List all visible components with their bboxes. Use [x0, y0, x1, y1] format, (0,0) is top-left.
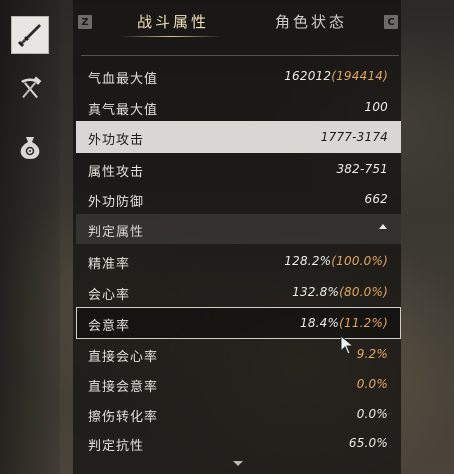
stat-row-graze-conversion[interactable]: 擦伤转化率 0.0% — [76, 399, 401, 429]
sidebar-item-bag[interactable] — [11, 128, 49, 166]
stat-value: 662 — [364, 192, 388, 206]
stat-label: 擦伤转化率 — [88, 410, 159, 425]
stat-value: 382-751 — [336, 162, 388, 176]
collapse-caret-icon[interactable] — [379, 224, 387, 229]
stat-label: 会意率 — [88, 319, 131, 334]
section-header-judgment[interactable]: 判定属性 — [76, 214, 401, 244]
stat-row-attribute-attack[interactable]: 属性攻击 382-751 — [76, 154, 401, 184]
stat-value: 1777-3174 — [320, 130, 388, 144]
stat-value: 9.2% — [356, 347, 388, 361]
stat-value: 132.8%(80.0%) — [292, 285, 388, 299]
stat-label: 属性攻击 — [88, 165, 145, 180]
scroll-down-arrow-icon[interactable] — [233, 461, 243, 466]
sidebar-item-craft[interactable] — [11, 70, 49, 108]
stat-row-max-hp[interactable]: 气血最大值 162012(194414) — [76, 61, 401, 91]
tab-character-status[interactable]: 角色状态 — [275, 11, 347, 32]
tab-combat-attributes[interactable]: 战斗属性 — [137, 11, 209, 32]
pickaxe-hammer-icon — [21, 76, 42, 99]
prev-tab-key-hint[interactable]: Z — [78, 15, 92, 29]
stat-label: 外功攻击 — [88, 133, 145, 148]
stat-value: 0.0% — [356, 377, 388, 391]
tab-bar: Z 战斗属性 角色状态 C — [73, 6, 401, 40]
mouse-cursor-icon — [340, 335, 355, 355]
stat-row-external-defense[interactable]: 外功防御 662 — [76, 184, 401, 214]
stat-row-judgment-resistance[interactable]: 判定抗性 65.0% — [76, 428, 401, 458]
stat-label: 直接会心率 — [88, 350, 159, 365]
blade-weapon-icon — [18, 24, 41, 47]
stat-label: 外功防御 — [88, 195, 145, 210]
stat-label: 直接会意率 — [88, 380, 159, 395]
stat-label: 会心率 — [88, 288, 131, 303]
stat-row-precision[interactable]: 精准率 128.2%(100.0%) — [76, 246, 401, 276]
money-bag-icon — [20, 137, 40, 159]
attributes-panel: Z 战斗属性 角色状态 C 气血最大值 162012(194414) 真气最大值… — [73, 0, 401, 474]
header-divider — [81, 55, 399, 56]
stat-label: 精准率 — [88, 257, 131, 272]
section-title: 判定属性 — [88, 225, 145, 240]
stat-row-direct-intent-rate[interactable]: 直接会意率 0.0% — [76, 369, 401, 399]
stat-value: 65.0% — [348, 436, 388, 450]
stat-row-external-attack[interactable]: 外功攻击 1777-3174 — [76, 121, 401, 153]
stat-label: 气血最大值 — [88, 72, 159, 87]
stat-label: 判定抗性 — [88, 439, 145, 454]
stat-value: 0.0% — [356, 407, 388, 421]
stat-value: 18.4%(11.2%) — [299, 316, 388, 330]
stat-label: 真气最大值 — [88, 103, 159, 118]
sidebar-item-weapon[interactable] — [11, 16, 49, 54]
stat-row-crit-rate[interactable]: 会心率 132.8%(80.0%) — [76, 277, 401, 307]
stat-value: 128.2%(100.0%) — [284, 254, 388, 268]
next-tab-key-hint[interactable]: C — [384, 15, 398, 29]
stat-value: 162012(194414) — [284, 69, 388, 83]
active-tab-underline — [121, 36, 221, 37]
sidebar — [0, 0, 60, 474]
stat-row-max-qi[interactable]: 真气最大值 100 — [76, 92, 401, 122]
stat-value: 100 — [364, 100, 388, 114]
